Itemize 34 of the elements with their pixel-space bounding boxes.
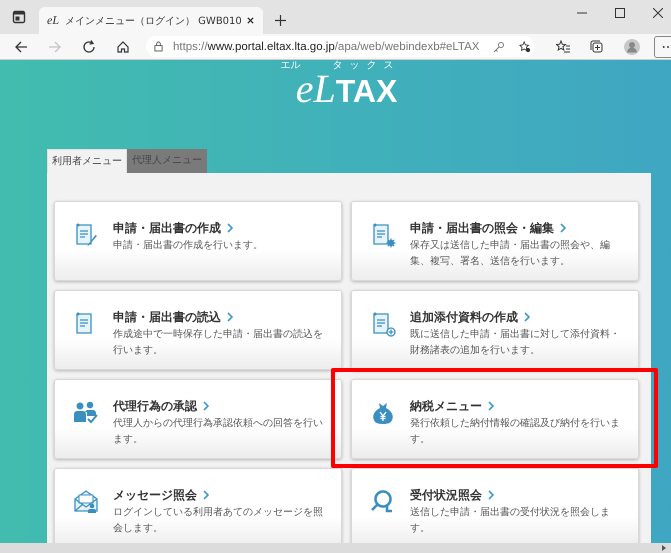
url-text: https://www.portal.eltax.lta.go.jp/apa/web/webindexb#eLTAX (173, 40, 480, 52)
logo-reading: エル (280, 60, 300, 71)
menu-card[interactable]: 代理行為の承認 代理人からの代理行為承認依頼への回答を行います。 (54, 379, 342, 459)
card-title: 申請・届出書の作成 (113, 220, 221, 236)
menu-card[interactable]: 申請・届出書の照会・編集 保存又は送信した申請・届出書の照会や、編集、複写、署名、送信を行います。 (351, 201, 639, 281)
logo-mark: eL (296, 71, 336, 107)
card-description: 送信した申請・届出書の受付状況を照会します。 (410, 506, 611, 536)
card-description: 既に送信した申請・届出書に対して添付資料・財務諸表の追加を行います。 (410, 328, 621, 358)
menu-card[interactable]: 申請・届出書の作成 申請・届出書の作成を行います。 (54, 201, 342, 281)
menu-card[interactable]: 受付状況照会 送信した申請・届出書の受付状況を照会します。 (351, 468, 639, 543)
card-description: 保存又は送信した申請・届出書の照会や、編集、複写、署名、送信を行います。 (410, 238, 611, 269)
logo-reading: タックス (332, 60, 400, 71)
menu-tab[interactable]: 利用者メニュー (47, 149, 127, 173)
tab-title: メインメニュー（ログイン） GWB010 (65, 14, 242, 28)
logo-word: TAX (336, 73, 398, 109)
card-title: 申請・届出書の読込 (113, 309, 221, 325)
card-description: ログインしている利用者あてのメッセージを照会します。 (113, 506, 324, 536)
card-title: 受付状況照会 (410, 487, 482, 503)
menu-card[interactable]: 申請・届出書の読込 作成途中で一時保存した申請・届出書の読込を行います。 (54, 290, 342, 370)
menu-card[interactable]: 納税メニュー 発行依頼した納付情報の確認及び納付を行います。 (351, 379, 639, 459)
address-field[interactable]: https://www.portal.eltax.lta.go.jp/apa/web/webindexb#eLTAX (146, 36, 534, 57)
card-description: 発行依頼した納付情報の確認及び納付を行います。 (410, 416, 621, 447)
card-title: 追加添付資料の作成 (410, 309, 518, 325)
card-title: 申請・届出書の照会・編集 (410, 220, 554, 236)
card-title: 代理行為の承認 (113, 398, 197, 414)
browser-tab[interactable]: eL メインメニュー（ログイン） GWB010 (39, 7, 263, 34)
card-description: 代理人からの代理行為承認依頼への回答を行います。 (113, 416, 324, 447)
menu-card[interactable]: 追加添付資料の作成 既に送信した申請・届出書に対して添付資料・財務諸表の追加を行います。 (351, 290, 639, 370)
site-favicon: eL (47, 13, 59, 28)
card-description: 作成途中で一時保存した申請・届出書の読込を行います。 (113, 328, 324, 358)
menu-card[interactable]: メッセージ照会 ログインしている利用者あてのメッセージを照会します。 (54, 468, 342, 543)
card-title: メッセージ照会 (113, 487, 197, 503)
card-description: 申請・届出書の作成を行います。 (113, 238, 264, 253)
card-title: 納税メニュー (410, 398, 482, 414)
